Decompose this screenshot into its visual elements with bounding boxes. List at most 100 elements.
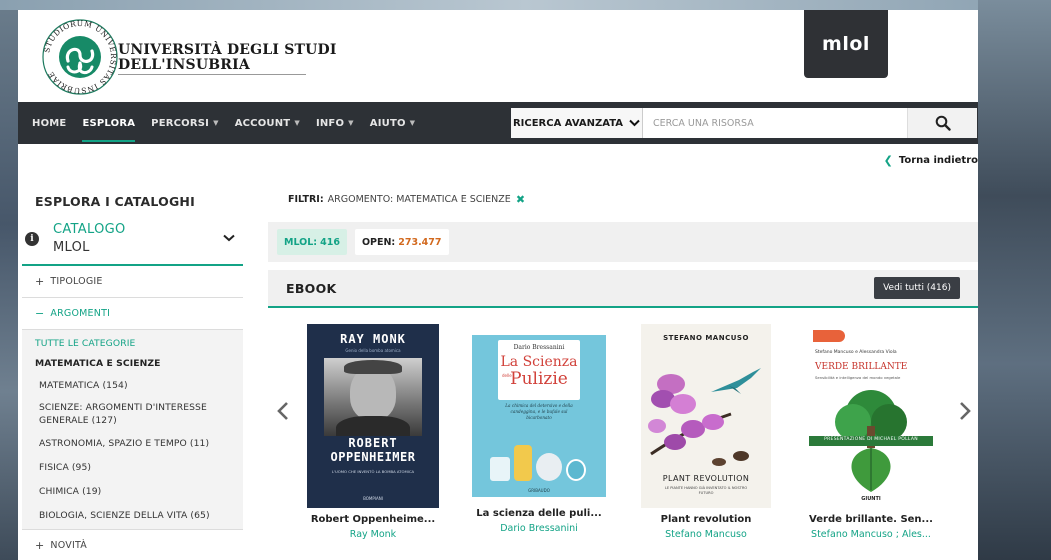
ebook-section-header: EBOOK Vedi tutti (416)	[268, 270, 978, 308]
active-filters: FILTRI: ARGOMENTO: MATEMATICA E SCIENZE …	[288, 193, 525, 206]
remove-filter-icon[interactable]: ✖	[516, 193, 525, 206]
search-button[interactable]	[907, 108, 977, 138]
info-icon[interactable]: i	[25, 232, 39, 246]
caret-down-icon: ▼	[294, 119, 300, 127]
ebook-section-title: EBOOK	[286, 280, 337, 296]
see-all-button[interactable]: Vedi tutti (416)	[874, 277, 960, 299]
header: STUDIORUM UNIVERSITAS INSUBRIAE UNIVERSI…	[18, 10, 978, 102]
mlol-logo[interactable]: mlol	[804, 10, 888, 78]
cover-illustration	[490, 439, 588, 485]
nav-info-label: INFO	[315, 117, 345, 129]
cover-publisher: GIUNTI	[861, 496, 881, 502]
sidebar-section-argomenti[interactable]: − ARGOMENTI	[22, 298, 243, 330]
university-seal-icon[interactable]: STUDIORUM UNIVERSITAS INSUBRIAE	[40, 17, 120, 97]
book-title[interactable]: Plant revolution	[621, 514, 791, 525]
book-author[interactable]: Stefano Mancuso	[621, 529, 791, 540]
university-name[interactable]: UNIVERSITÀ DEGLI STUDI DELL'INSUBRIA	[118, 43, 337, 73]
filters-label: FILTRI:	[288, 194, 324, 205]
book-cover[interactable]: Stefano Mancuso e Alessandra Viola VERDE…	[809, 324, 933, 508]
tab-open[interactable]: OPEN: 273.477	[354, 229, 449, 255]
minus-icon: −	[35, 307, 45, 320]
mlol-logo-text: mlol	[822, 33, 870, 55]
category-item[interactable]: CHIMICA (19)	[22, 479, 243, 503]
back-link[interactable]: ❮ Torna indietro	[884, 154, 978, 167]
caret-down-icon: ▼	[348, 119, 354, 127]
background-top	[0, 0, 1051, 10]
chevron-down-icon	[223, 234, 235, 242]
university-name-underline	[118, 74, 306, 75]
nav-home[interactable]: HOME	[24, 102, 74, 144]
sidebar-section-novita[interactable]: + NOVITÀ	[22, 530, 243, 560]
back-link-label: Torna indietro	[898, 155, 978, 166]
category-item[interactable]: ASTRONOMIA, SPAZIO E TEMPO (11)	[22, 431, 243, 455]
university-name-line2: DELL'INSUBRIA	[118, 57, 250, 73]
catalog-tabs: MLOL: 416 OPEN: 273.477	[268, 222, 978, 262]
sidebar-section-novita-label: NOVITÀ	[50, 540, 87, 551]
cover-publisher: GRIBAUDO	[528, 488, 550, 493]
book-author[interactable]: Dario Bressanini	[454, 523, 624, 534]
carousel-next-button[interactable]	[958, 398, 972, 424]
book-title[interactable]: Robert Oppenheime...	[288, 514, 458, 525]
tab-mlol-label: MLOL:	[284, 236, 318, 248]
book-cover[interactable]: STEFANO MANCUSO PLANT REVOLUTION LE PIAN…	[641, 324, 771, 508]
book-author[interactable]: Stefano Mancuso ; Ales...	[786, 529, 956, 540]
cover-illustration	[648, 368, 761, 466]
cover-subtitle: La chimica del detersivo e della candegg…	[505, 403, 573, 420]
nav-aiuto-label: AIUTO	[369, 117, 406, 129]
sidebar-section-argomenti-label: ARGOMENTI	[50, 308, 111, 319]
nav-account[interactable]: ACCOUNT ▼	[227, 102, 308, 144]
book-card[interactable]: Dario Bressanini La Scienza delle Pulizi…	[454, 324, 624, 534]
category-current: MATEMATICA E SCIENZE	[35, 357, 161, 369]
book-cover[interactable]: RAY MONK Genio della bomba atomica ROBER…	[307, 324, 439, 508]
cover-title-1: La Scienza	[500, 354, 578, 370]
search-icon	[935, 115, 951, 131]
book-cover[interactable]: Dario Bressanini La Scienza delle Pulizi…	[472, 335, 606, 497]
category-item[interactable]: BIOLOGIA, SCIENZE DELLA VITA (65)	[22, 503, 243, 527]
category-item[interactable]: SCIENZE: ARGOMENTI D'INTERESSE GENERALE …	[22, 397, 243, 431]
background-right	[978, 0, 1051, 560]
nav-esplora[interactable]: ESPLORA	[74, 102, 143, 144]
book-author[interactable]: Ray Monk	[288, 529, 458, 540]
nav-percorsi-label: PERCORSI	[151, 117, 210, 129]
tab-open-count: 273.477	[398, 236, 442, 248]
nav-info[interactable]: INFO ▼	[308, 102, 362, 144]
cover-photo	[324, 358, 422, 436]
book-title[interactable]: La scienza delle puli...	[454, 508, 624, 519]
cover-title-1: ROBERT	[348, 436, 398, 450]
tab-mlol-count: 416	[320, 236, 340, 248]
cover-title-1: VERDE BRILLANTE	[815, 362, 908, 372]
filter-value: ARGOMENTO: MATEMATICA E SCIENZE	[327, 194, 511, 205]
sidebar-section-tipologie[interactable]: + TIPOLOGIE	[22, 266, 243, 298]
cover-author: Dario Bressanini	[513, 344, 565, 351]
catalog-selector[interactable]: i CATALOGO MLOL	[22, 220, 243, 266]
book-card[interactable]: STEFANO MANCUSO PLANT REVOLUTION LE PIAN…	[621, 324, 791, 540]
nav-aiuto[interactable]: AIUTO ▼	[362, 102, 424, 144]
university-name-line1: UNIVERSITÀ DEGLI STUDI	[118, 42, 337, 58]
page: STUDIORUM UNIVERSITAS INSUBRIAE UNIVERSI…	[18, 10, 978, 560]
catalog-label: CATALOGO	[53, 222, 126, 237]
book-card[interactable]: RAY MONK Genio della bomba atomica ROBER…	[288, 324, 458, 540]
nav-esplora-label: ESPLORA	[82, 117, 136, 129]
category-all-link[interactable]: TUTTE LE CATEGORIE	[22, 334, 243, 353]
cover-banner: PRESENTAZIONE DI MICHAEL POLLAN	[824, 437, 918, 442]
tab-mlol[interactable]: MLOL: 416	[277, 229, 347, 255]
chevron-left-icon: ❮	[883, 154, 893, 167]
search-mode-label: RICERCA AVANZATA	[512, 117, 624, 129]
plus-icon: +	[35, 539, 45, 552]
cover-title-2: OPPENHEIMER	[330, 450, 416, 464]
chevron-down-icon	[629, 119, 640, 127]
book-card[interactable]: Stefano Mancuso e Alessandra Viola VERDE…	[786, 324, 956, 540]
nav-account-label: ACCOUNT	[234, 117, 291, 129]
cover-title-1: PLANT REVOLUTION	[662, 474, 750, 483]
search-mode-select[interactable]: RICERCA AVANZATA	[511, 108, 643, 138]
caret-down-icon: ▼	[213, 119, 219, 127]
book-title[interactable]: Verde brillante. Sen...	[786, 514, 956, 525]
background-left	[0, 0, 18, 560]
search-bar: RICERCA AVANZATA	[511, 108, 977, 138]
category-item[interactable]: FISICA (95)	[22, 455, 243, 479]
tab-open-label: OPEN:	[361, 236, 396, 248]
search-input[interactable]	[643, 108, 907, 138]
category-item[interactable]: MATEMATICA (154)	[22, 373, 243, 397]
nav-percorsi[interactable]: PERCORSI ▼	[143, 102, 227, 144]
cover-subtitle: Genio della bomba atomica	[345, 348, 401, 353]
